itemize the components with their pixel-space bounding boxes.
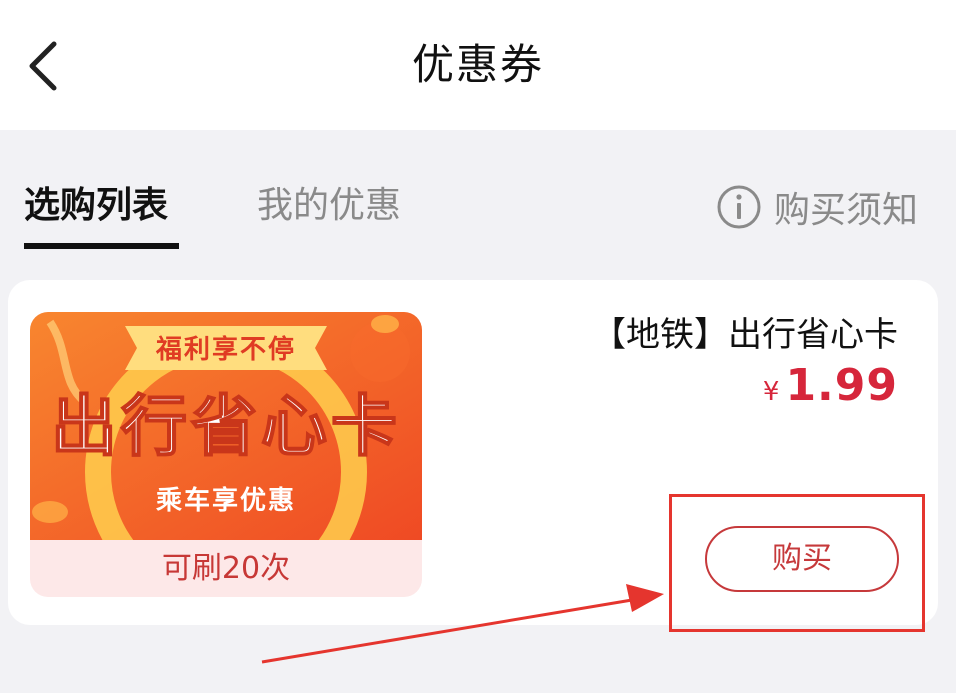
banner-subline: 乘车享优惠 (155, 485, 296, 516)
info-icon (717, 185, 761, 229)
purchase-notice-link[interactable]: 购买须知 (716, 183, 918, 231)
banner-headline: 出行省心卡 (51, 388, 401, 465)
active-tab-indicator (24, 243, 179, 249)
banner-badge: 福利享不停 (155, 334, 296, 365)
usage-count-label: 可刷20次 (161, 551, 291, 586)
top-bar: 优惠券 (0, 0, 956, 130)
tab-my-coupons[interactable]: 我的优惠 (257, 186, 401, 226)
page-title: 优惠券 (411, 40, 544, 89)
price-amount: 1.99 (785, 360, 898, 411)
currency-symbol: ¥ (762, 377, 780, 407)
tab-shop-list[interactable]: 选购列表 (24, 186, 168, 226)
product-name: 【地铁】出行省心卡 (592, 315, 898, 355)
banner-artwork: 福利享不停 出行省心卡 乘车享优惠 (30, 312, 422, 540)
product-banner: 福利享不停 出行省心卡 乘车享优惠 可刷20次 (30, 312, 422, 597)
annotation-highlight-box (669, 494, 925, 632)
product-price: ¥ 1.99 (763, 360, 898, 411)
purchase-notice-label: 购买须知 (773, 190, 918, 231)
